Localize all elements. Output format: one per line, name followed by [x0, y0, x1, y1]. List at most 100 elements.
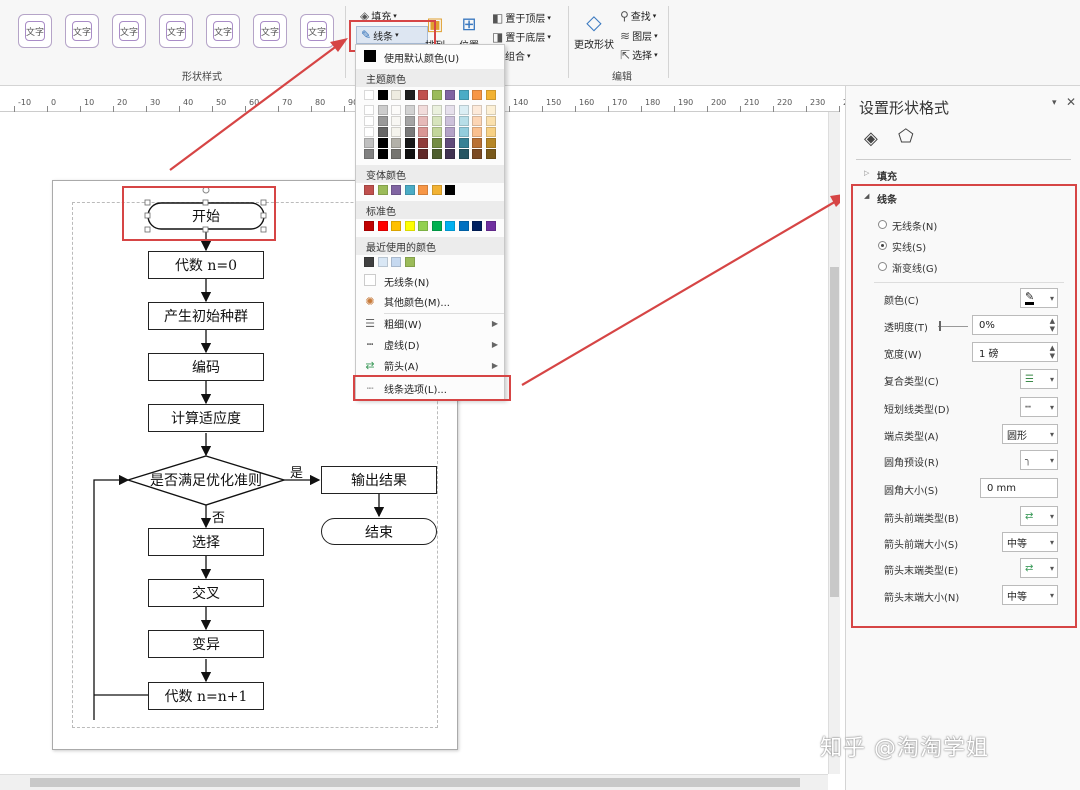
theme-color-swatch[interactable]: [418, 116, 428, 126]
variant-color-swatch[interactable]: [391, 185, 401, 195]
pane-options-icon[interactable]: ▾: [1052, 98, 1057, 108]
theme-color-swatch[interactable]: [404, 127, 415, 137]
theme-color-swatch[interactable]: [485, 149, 496, 159]
theme-color-swatch[interactable]: [445, 127, 455, 137]
theme-color-swatch[interactable]: [404, 105, 415, 115]
theme-color-swatch[interactable]: [472, 90, 482, 100]
effects-tab-icon[interactable]: ⬠: [898, 126, 914, 147]
selection-node[interactable]: 选择: [148, 528, 264, 556]
standard-color-swatch[interactable]: [377, 221, 388, 231]
recent-color-swatch[interactable]: [377, 257, 388, 267]
theme-color-swatch[interactable]: [364, 149, 374, 159]
theme-color-swatch[interactable]: [377, 149, 388, 159]
theme-color-swatch[interactable]: [364, 138, 374, 148]
more-colors-item[interactable]: ✺ 其他颜色(M)...: [356, 291, 506, 311]
theme-color-swatch[interactable]: [458, 90, 469, 100]
theme-color-swatch[interactable]: [458, 127, 469, 137]
theme-color-swatch[interactable]: [485, 90, 496, 100]
theme-color-swatch[interactable]: [431, 90, 442, 100]
mutation-node[interactable]: 变异: [148, 630, 264, 658]
theme-color-swatch[interactable]: [391, 105, 401, 115]
theme-color-swatch[interactable]: [431, 116, 442, 126]
theme-color-swatch[interactable]: [404, 90, 415, 100]
theme-color-swatch[interactable]: [485, 116, 496, 126]
theme-color-swatch[interactable]: [404, 116, 415, 126]
theme-color-swatch[interactable]: [445, 90, 455, 100]
theme-color-swatch[interactable]: [458, 149, 469, 159]
theme-color-swatch[interactable]: [472, 127, 482, 137]
standard-color-swatch[interactable]: [472, 221, 482, 231]
default-color-item[interactable]: 使用默认颜色(U): [356, 47, 506, 67]
theme-color-swatch[interactable]: [364, 105, 374, 115]
theme-color-swatch[interactable]: [472, 149, 482, 159]
theme-color-swatch[interactable]: [391, 116, 401, 126]
theme-color-swatch[interactable]: [377, 105, 388, 115]
theme-color-swatch[interactable]: [472, 116, 482, 126]
no-line-item[interactable]: 无线条(N): [356, 271, 506, 291]
theme-color-swatch[interactable]: [431, 127, 442, 137]
dashes-item[interactable]: ┅ 虚线(D) ▶: [356, 334, 506, 354]
theme-color-swatch[interactable]: [391, 138, 401, 148]
theme-color-swatch[interactable]: [377, 116, 388, 126]
crossover-node[interactable]: 交叉: [148, 579, 264, 607]
theme-color-swatch[interactable]: [391, 149, 401, 159]
fill-section-header[interactable]: 填充: [877, 168, 897, 183]
theme-color-swatch[interactable]: [418, 138, 428, 148]
theme-color-swatch[interactable]: [445, 138, 455, 148]
theme-color-swatch[interactable]: [377, 127, 388, 137]
generation-init-node[interactable]: 代数 n=0: [148, 251, 264, 279]
theme-color-swatch[interactable]: [364, 90, 374, 100]
standard-color-swatch[interactable]: [445, 221, 455, 231]
arrows-item[interactable]: ⇄ 箭头(A) ▶: [356, 355, 506, 375]
variant-color-swatch[interactable]: [445, 185, 455, 195]
fill-line-tab-icon[interactable]: ◈: [864, 128, 878, 149]
standard-color-swatch[interactable]: [485, 221, 496, 231]
theme-color-swatch[interactable]: [445, 116, 455, 126]
theme-color-swatch[interactable]: [485, 138, 496, 148]
theme-color-swatch[interactable]: [418, 90, 428, 100]
standard-color-swatch[interactable]: [404, 221, 415, 231]
theme-color-swatch[interactable]: [404, 138, 415, 148]
recent-color-swatch[interactable]: [364, 257, 374, 267]
theme-color-swatch[interactable]: [418, 127, 428, 137]
weight-item[interactable]: ☰ 粗细(W) ▶: [356, 313, 506, 333]
end-node[interactable]: 结束: [321, 518, 437, 545]
encode-node[interactable]: 编码: [148, 353, 264, 381]
output-node[interactable]: 输出结果: [321, 466, 437, 494]
theme-color-swatch[interactable]: [472, 138, 482, 148]
theme-color-swatch[interactable]: [485, 127, 496, 137]
close-icon[interactable]: ✕: [1066, 95, 1076, 109]
theme-color-swatch[interactable]: [458, 105, 469, 115]
standard-color-swatch[interactable]: [431, 221, 442, 231]
theme-color-swatch[interactable]: [445, 105, 455, 115]
fill-collapse-icon[interactable]: ▷: [864, 169, 869, 177]
theme-color-swatch[interactable]: [391, 90, 401, 100]
theme-color-swatch[interactable]: [431, 138, 442, 148]
theme-color-swatch[interactable]: [377, 138, 388, 148]
theme-color-swatch[interactable]: [377, 90, 388, 100]
theme-color-swatch[interactable]: [472, 105, 482, 115]
standard-color-swatch[interactable]: [364, 221, 374, 231]
init-population-node[interactable]: 产生初始种群: [148, 302, 264, 330]
theme-color-swatch[interactable]: [458, 138, 469, 148]
fitness-node[interactable]: 计算适应度: [148, 404, 264, 432]
standard-color-swatch[interactable]: [458, 221, 469, 231]
theme-color-swatch[interactable]: [404, 149, 415, 159]
recent-color-swatch[interactable]: [391, 257, 401, 267]
theme-color-swatch[interactable]: [418, 149, 428, 159]
recent-color-swatch[interactable]: [404, 257, 415, 267]
theme-color-swatch[interactable]: [445, 149, 455, 159]
variant-color-swatch[interactable]: [377, 185, 388, 195]
variant-color-swatch[interactable]: [404, 185, 415, 195]
theme-color-swatch[interactable]: [418, 105, 428, 115]
variant-color-swatch[interactable]: [418, 185, 428, 195]
theme-color-swatch[interactable]: [485, 105, 496, 115]
theme-color-swatch[interactable]: [431, 149, 442, 159]
standard-color-swatch[interactable]: [391, 221, 401, 231]
variant-color-swatch[interactable]: [431, 185, 442, 195]
theme-color-swatch[interactable]: [458, 116, 469, 126]
theme-color-swatch[interactable]: [364, 127, 374, 137]
variant-color-swatch[interactable]: [364, 185, 374, 195]
theme-color-swatch[interactable]: [431, 105, 442, 115]
theme-color-swatch[interactable]: [391, 127, 401, 137]
